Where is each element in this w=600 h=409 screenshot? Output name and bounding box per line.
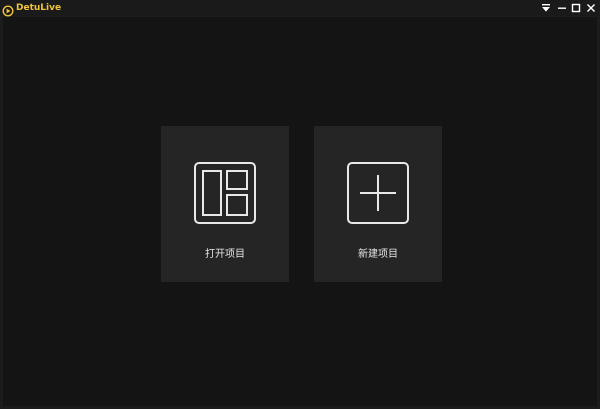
new-project-button[interactable]: 新建项目 (314, 126, 442, 282)
open-project-button[interactable]: 打开项目 (161, 126, 289, 282)
plus-square-icon (347, 162, 409, 224)
app-window: DetuLive 打开项目 新建项目 (0, 0, 600, 409)
open-project-label: 打开项目 (205, 249, 245, 260)
dropdown-menu-icon[interactable] (539, 1, 553, 15)
minimize-icon[interactable] (555, 1, 569, 15)
title-bar: DetuLive (0, 0, 600, 17)
layout-panels-icon (194, 162, 256, 224)
close-icon[interactable] (584, 1, 598, 15)
new-project-label: 新建项目 (358, 249, 398, 260)
app-logo-icon (2, 2, 14, 17)
app-title: DetuLive (16, 3, 62, 13)
maximize-icon[interactable] (569, 1, 583, 15)
home-content-area: 打开项目 新建项目 (3, 17, 597, 406)
